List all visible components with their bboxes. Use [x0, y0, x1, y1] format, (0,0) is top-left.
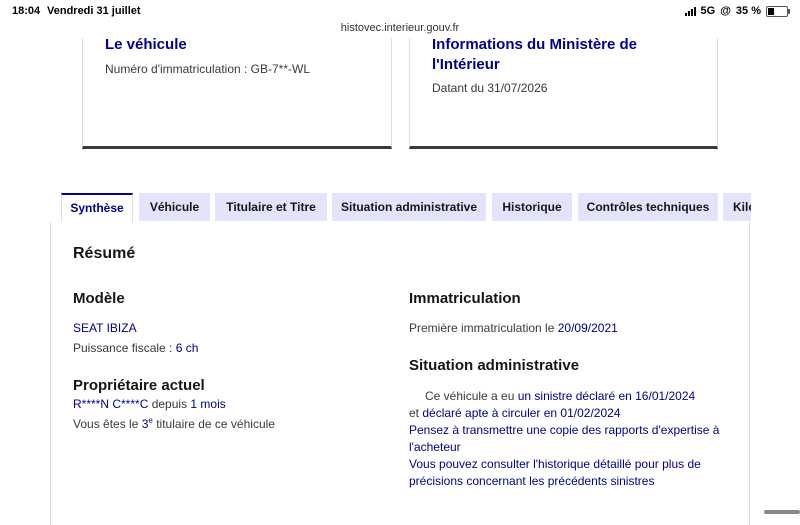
- battery-icon: [766, 5, 790, 17]
- orientation-lock-icon: @: [720, 5, 731, 17]
- tab-synthese[interactable]: Synthèse: [61, 193, 133, 222]
- vehicle-card: Le véhicule Numéro d'immatriculation : G…: [82, 36, 392, 149]
- admin-line-claim: Ce véhicule a eu un sinistre déclaré en …: [425, 388, 695, 404]
- status-bar: 18:04 Vendredi 31 juillet 5G @ 35 %: [0, 0, 800, 22]
- admin-history-link-a[interactable]: Vous pouvez consulter l'historique détai…: [409, 456, 701, 472]
- model-heading: Modèle: [73, 290, 125, 307]
- admin-fit-link[interactable]: déclaré apte à circuler en 01/02/2024: [422, 406, 620, 420]
- ministry-card: Informations du Ministère de l'Intérieur…: [409, 36, 718, 149]
- registration-heading: Immatriculation: [409, 290, 521, 307]
- owner-rank-prefix: Vous êtes le: [73, 417, 139, 431]
- owner-rank-suffix-sup: e: [148, 416, 153, 425]
- owner-line: R****N C****C depuis 1 mois: [73, 396, 226, 412]
- admin-history-link-b[interactable]: précisions concernant les précédents sin…: [409, 473, 654, 489]
- first-registration: Première immatriculation le 20/09/2021: [409, 320, 618, 336]
- summary-title: Résumé: [73, 245, 136, 262]
- owner-rank-number: 3e: [142, 416, 153, 431]
- status-indicators: 5G @ 35 %: [684, 5, 790, 17]
- tab-kilometrage[interactable]: Kilo: [723, 193, 751, 221]
- owner-rank: Vous êtes le 3e titulaire de ce véhicule: [73, 413, 275, 432]
- tab-controles-techniques[interactable]: Contrôles techniques: [578, 193, 718, 221]
- tab-bar: Synthèse Véhicule Titulaire et Titre Sit…: [61, 193, 751, 222]
- vehicle-card-title: Le véhicule: [105, 36, 187, 53]
- admin-fit-prefix: et: [409, 406, 420, 420]
- model-name: SEAT IBIZA: [73, 321, 137, 335]
- admin-heading: Situation administrative: [409, 357, 580, 374]
- admin-transmit-report-b[interactable]: l'acheteur: [409, 439, 461, 455]
- tab-situation-administrative[interactable]: Situation administrative: [332, 193, 486, 221]
- tab-vehicule[interactable]: Véhicule: [139, 193, 210, 221]
- tab-historique[interactable]: Historique: [492, 193, 572, 221]
- fiscal-power-label: Puissance fiscale :: [73, 341, 173, 355]
- owner-rank-suffix: titulaire de ce véhicule: [156, 417, 275, 431]
- page-scrollbar[interactable]: [764, 510, 800, 514]
- owner-heading: Propriétaire actuel: [73, 377, 205, 394]
- ministry-card-date: Datant du 31/07/2026: [432, 81, 548, 95]
- tab-titulaire-titre[interactable]: Titulaire et Titre: [215, 193, 327, 221]
- owner-name: R****N C****C: [73, 397, 149, 411]
- summary-panel: Résumé Modèle SEAT IBIZA Puissance fisca…: [50, 222, 750, 525]
- admin-line-fit: et déclaré apte à circuler en 01/02/2024: [409, 405, 621, 421]
- network-label: 5G: [700, 5, 716, 17]
- ministry-card-title: Informations du Ministère de l'Intérieur: [432, 36, 638, 73]
- signal-icon: [684, 6, 696, 16]
- fiscal-power: Puissance fiscale : 6 ch: [73, 340, 198, 356]
- admin-transmit-report-a[interactable]: Pensez à transmettre une copie des rappo…: [409, 422, 719, 438]
- owner-since-label: depuis: [151, 397, 188, 411]
- first-registration-label: Première immatriculation le: [409, 321, 555, 335]
- owner-since-value: 1 mois: [190, 397, 226, 411]
- status-date: Vendredi 31 juillet: [47, 5, 141, 17]
- vehicle-card-plate: Numéro d'immatriculation : GB-7**-WL: [105, 62, 311, 76]
- admin-claim-prefix: Ce véhicule a eu: [425, 389, 515, 403]
- admin-claim-link[interactable]: un sinistre déclaré en 16/01/2024: [518, 389, 695, 403]
- first-registration-date: 20/09/2021: [557, 321, 618, 335]
- battery-label: 35 %: [735, 5, 761, 17]
- status-time: 18:04: [12, 5, 41, 17]
- fiscal-power-value: 6 ch: [175, 341, 199, 355]
